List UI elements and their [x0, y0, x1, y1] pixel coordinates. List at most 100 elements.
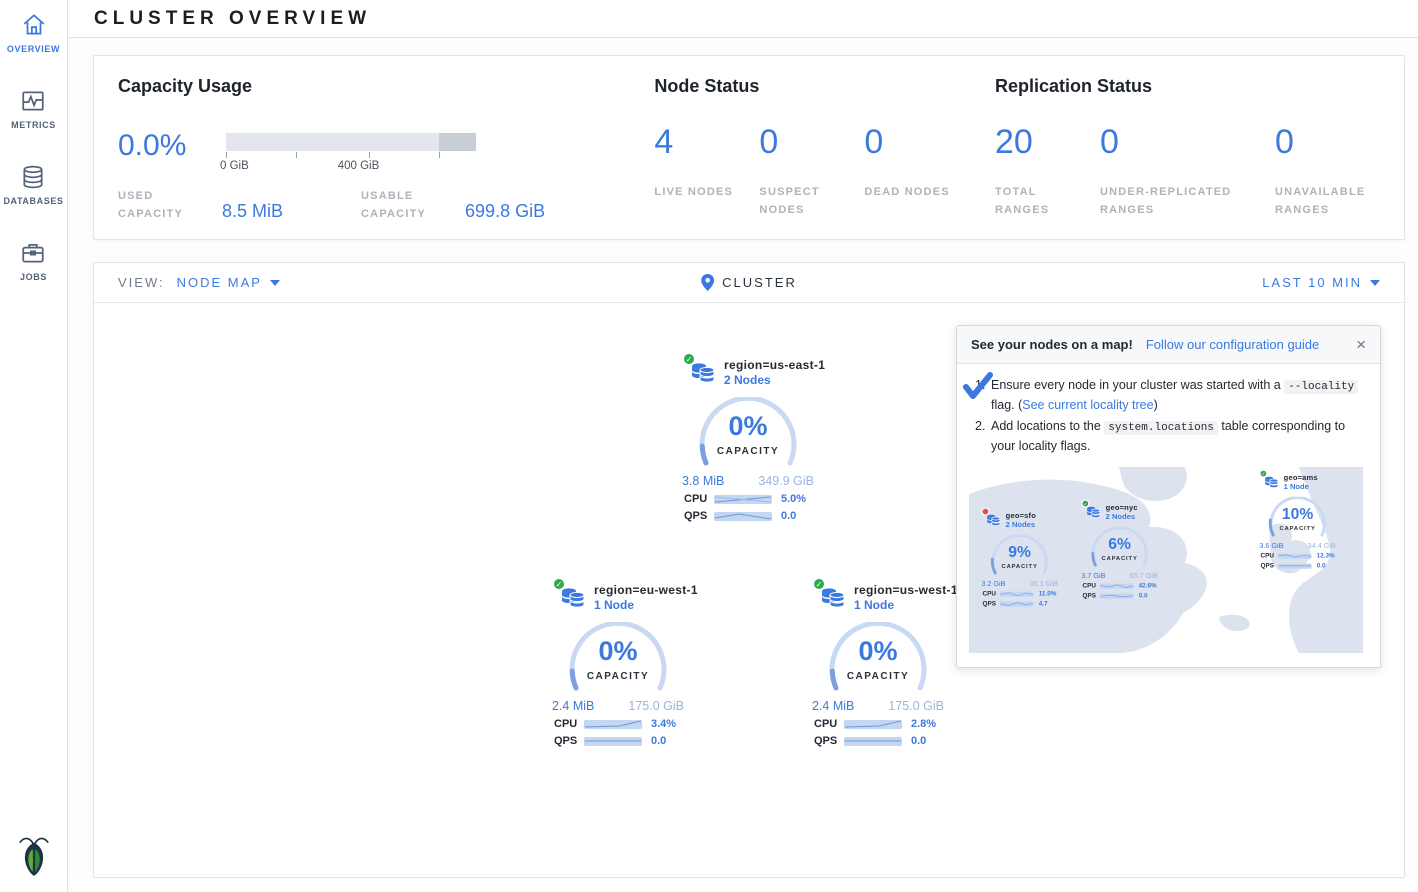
node-group-eu-west-1[interactable]: ✓ region=eu-west-1 1 Node	[548, 583, 688, 747]
used-value: 2.4 MiB	[552, 699, 594, 713]
main-content: CLUSTER OVERVIEW Capacity Usage 0.0% 0 G…	[68, 0, 1418, 878]
node-group-us-east-1[interactable]: ✓ region=us-east-1 2 Nodes	[678, 358, 818, 522]
cpu-value: 3.4%	[651, 718, 676, 730]
close-icon[interactable]: ×	[1356, 336, 1366, 353]
cpu-label: CPU	[684, 493, 714, 505]
capacity-label: CAPACITY	[989, 563, 1049, 569]
under-replicated-ranges-value: 0	[1100, 123, 1275, 162]
region-label: region=eu-west-1	[594, 583, 698, 597]
mini-node-group-nyc: ✓ geo=nyc 2 Nodes	[1079, 503, 1160, 599]
warning-badge	[981, 507, 989, 515]
sidebar-item-jobs[interactable]: JOBS	[20, 240, 47, 282]
capacity-percent: 0%	[566, 636, 670, 667]
used-value: 2.4 MiB	[812, 699, 854, 713]
sidebar-item-metrics[interactable]: METRICS	[11, 88, 56, 130]
cpu-label: CPU	[554, 718, 584, 730]
replication-status-section: Replication Status 20 TOTAL RANGES 0 UND…	[995, 76, 1380, 219]
cpu-sparkline	[714, 494, 772, 505]
dead-nodes-value: 0	[864, 123, 969, 162]
capacity-percent: 0.0%	[118, 129, 226, 163]
qps-value: 0.0	[781, 510, 796, 522]
region-label: geo=sfo	[1006, 511, 1036, 520]
capacity-label: CAPACITY	[696, 446, 800, 457]
example-node-map-thumbnail: geo=sfo 2 Nodes 9% CAPACITY 3.2 GiB	[969, 467, 1368, 653]
cpu-value: 2.8%	[911, 718, 936, 730]
live-nodes-label: LIVE NODES	[654, 184, 740, 202]
qps-sparkline	[584, 736, 642, 747]
page-title: CLUSTER OVERVIEW	[94, 8, 371, 30]
total-value: 175.0 GiB	[628, 699, 684, 713]
summary-panel: Capacity Usage 0.0% 0 GiB 400 GiB	[93, 55, 1405, 240]
nodes-link[interactable]: 2 Nodes	[724, 373, 825, 387]
qps-sparkline	[844, 736, 902, 747]
cpu-value: 5.0%	[781, 493, 806, 505]
cockroach-logo	[15, 833, 53, 882]
locality-flag-code: --locality	[1284, 380, 1358, 394]
suspect-nodes-label: SUSPECT NODES	[759, 184, 845, 219]
system-locations-code: system.locations	[1104, 421, 1218, 435]
node-map-config-popup: See your nodes on a map! Follow our conf…	[956, 325, 1381, 668]
qps-label: QPS	[554, 735, 584, 747]
locality-tree-link[interactable]: See current locality tree	[1022, 398, 1153, 412]
sidebar-item-overview[interactable]: OVERVIEW	[7, 12, 60, 54]
home-icon	[21, 12, 47, 38]
chevron-down-icon	[1370, 280, 1380, 286]
under-replicated-ranges-label: UNDER-REPLICATED RANGES	[1100, 184, 1240, 219]
healthy-check-badge: ✓	[812, 577, 826, 591]
nodes-link: 2 Nodes	[1106, 512, 1138, 521]
popup-step-1: 1. Ensure every node in your cluster was…	[975, 376, 1364, 415]
healthy-check-badge: ✓	[552, 577, 566, 591]
healthy-check-badge: ✓	[1259, 469, 1267, 477]
total-value: 349.9 GiB	[758, 474, 814, 488]
node-databases-icon	[1264, 474, 1279, 489]
capacity-percent: 0%	[696, 411, 800, 442]
unavailable-ranges-value: 0	[1275, 123, 1380, 162]
replication-status-title: Replication Status	[995, 76, 1380, 97]
popup-step-2: 2. Add locations to the system.locations…	[975, 417, 1364, 456]
map-toolbar: VIEW: NODE MAP CLUSTER LAST 10 MIN	[94, 263, 1404, 303]
mini-node-group-sfo: geo=sfo 2 Nodes 9% CAPACITY 3.2 GiB	[979, 511, 1060, 607]
popup-title: See your nodes on a map!	[971, 337, 1133, 352]
node-status-title: Node Status	[654, 76, 995, 97]
node-map-panel: VIEW: NODE MAP CLUSTER LAST 10 MIN ✓	[93, 262, 1405, 878]
metrics-icon	[20, 88, 46, 114]
region-label: geo=nyc	[1106, 503, 1138, 512]
sidebar-item-databases[interactable]: DATABASES	[3, 164, 63, 206]
total-ranges-value: 20	[995, 123, 1100, 162]
node-databases-icon	[986, 512, 1001, 527]
used-capacity-value: 8.5 MiB	[222, 201, 283, 222]
nodes-link[interactable]: 1 Node	[854, 598, 958, 612]
databases-icon	[20, 164, 46, 190]
unavailable-ranges-label: UNAVAILABLE RANGES	[1275, 184, 1375, 219]
node-databases-icon	[1086, 504, 1101, 519]
capacity-percent: 6%	[1089, 535, 1149, 553]
capacity-label: CAPACITY	[566, 671, 670, 682]
capacity-label: CAPACITY	[1267, 525, 1327, 531]
node-group-us-west-1[interactable]: ✓ region=us-west-1 1 Node	[808, 583, 948, 747]
capacity-percent: 9%	[989, 543, 1049, 561]
usable-capacity-label: USABLE CAPACITY	[361, 188, 447, 223]
capacity-percent: 0%	[826, 636, 930, 667]
sidebar-item-label: DATABASES	[3, 196, 63, 206]
qps-label: QPS	[814, 735, 844, 747]
nodes-link: 1 Node	[1284, 482, 1318, 491]
qps-value: 0.0	[651, 735, 666, 747]
configuration-guide-link[interactable]: Follow our configuration guide	[1146, 337, 1319, 352]
dead-nodes-label: DEAD NODES	[864, 184, 950, 202]
chevron-down-icon	[270, 280, 280, 286]
gauge-tick-label-400: 400 GiB	[338, 160, 380, 172]
cpu-sparkline	[844, 719, 902, 730]
qps-value: 0.0	[911, 735, 926, 747]
view-dropdown[interactable]: NODE MAP	[177, 275, 280, 290]
total-value: 175.0 GiB	[888, 699, 944, 713]
healthy-check-badge: ✓	[682, 352, 696, 366]
used-capacity-label: USED CAPACITY	[118, 188, 204, 223]
node-map-area: ✓ region=us-east-1 2 Nodes	[94, 303, 1404, 877]
healthy-check-badge: ✓	[1081, 499, 1089, 507]
breadcrumb[interactable]: CLUSTER	[722, 275, 797, 290]
used-value: 3.8 MiB	[682, 474, 724, 488]
live-nodes-value: 4	[654, 123, 759, 162]
map-pin-icon	[701, 274, 714, 291]
time-range-dropdown[interactable]: LAST 10 MIN	[1262, 275, 1380, 290]
nodes-link[interactable]: 1 Node	[594, 598, 698, 612]
